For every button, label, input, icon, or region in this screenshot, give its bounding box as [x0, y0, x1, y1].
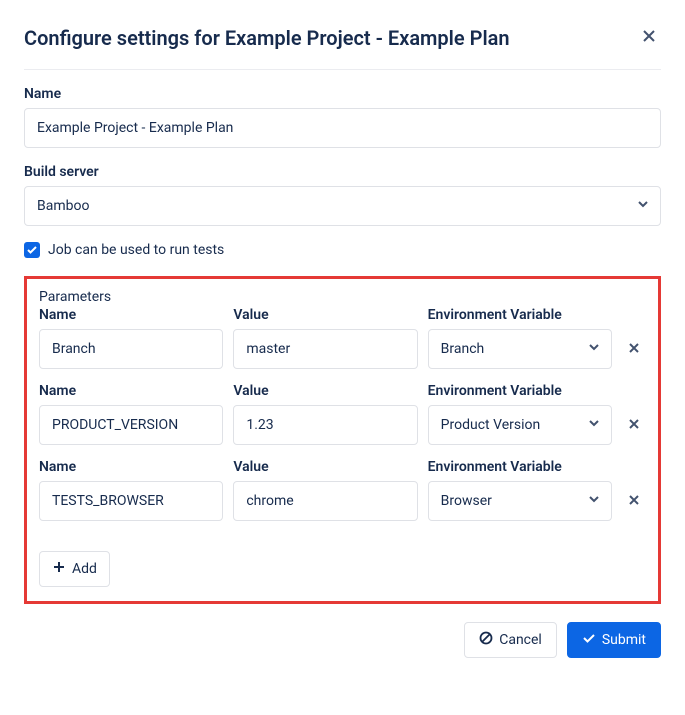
param-env-label: Environment Variable: [428, 307, 612, 323]
param-name-input[interactable]: [39, 481, 223, 521]
parameter-row: Name Value Environment Variable Branch: [39, 307, 646, 369]
parameter-row: Name Value Environment Variable Product Ver…: [39, 383, 646, 445]
parameter-row: Name Value Environment Variable Browser: [39, 459, 646, 521]
param-value-input[interactable]: [233, 405, 417, 445]
cancel-label: Cancel: [499, 632, 542, 648]
check-icon: [582, 631, 596, 649]
cancel-button[interactable]: Cancel: [464, 622, 557, 658]
build-server-label: Build server: [24, 164, 661, 180]
param-value-input[interactable]: [233, 329, 417, 369]
param-env-select[interactable]: Browser: [428, 481, 612, 521]
parameters-section: Parameters Name Value Environment Variable…: [24, 276, 661, 604]
param-value-input[interactable]: [233, 481, 417, 521]
param-env-label: Environment Variable: [428, 383, 612, 399]
remove-parameter-button[interactable]: [622, 405, 646, 445]
param-value-label: Value: [233, 307, 417, 323]
param-env-label: Environment Variable: [428, 459, 612, 475]
add-label: Add: [72, 561, 97, 577]
submit-button[interactable]: Submit: [567, 622, 661, 658]
name-input[interactable]: [24, 108, 661, 148]
param-name-input[interactable]: [39, 329, 223, 369]
submit-label: Submit: [602, 632, 646, 648]
cancel-icon: [479, 631, 493, 649]
run-tests-checkbox[interactable]: [24, 242, 40, 258]
param-env-select[interactable]: Branch: [428, 329, 612, 369]
add-parameter-button[interactable]: Add: [39, 551, 110, 587]
param-name-input[interactable]: [39, 405, 223, 445]
close-icon: [627, 341, 641, 358]
param-env-select[interactable]: Product Version: [428, 405, 612, 445]
close-icon: [641, 28, 657, 47]
build-server-select[interactable]: Bamboo: [24, 186, 661, 226]
name-label: Name: [24, 86, 661, 102]
param-value-label: Value: [233, 459, 417, 475]
param-value-label: Value: [233, 383, 417, 399]
parameters-title: Parameters: [39, 289, 646, 305]
close-icon: [627, 417, 641, 434]
run-tests-label: Job can be used to run tests: [48, 242, 224, 258]
remove-parameter-button[interactable]: [622, 481, 646, 521]
plus-icon: [52, 560, 66, 578]
remove-parameter-button[interactable]: [622, 329, 646, 369]
close-button[interactable]: [637, 24, 661, 51]
param-name-label: Name: [39, 459, 223, 475]
param-name-label: Name: [39, 307, 223, 323]
dialog-title: Configure settings for Example Project -…: [24, 26, 510, 50]
close-icon: [627, 493, 641, 510]
param-name-label: Name: [39, 383, 223, 399]
